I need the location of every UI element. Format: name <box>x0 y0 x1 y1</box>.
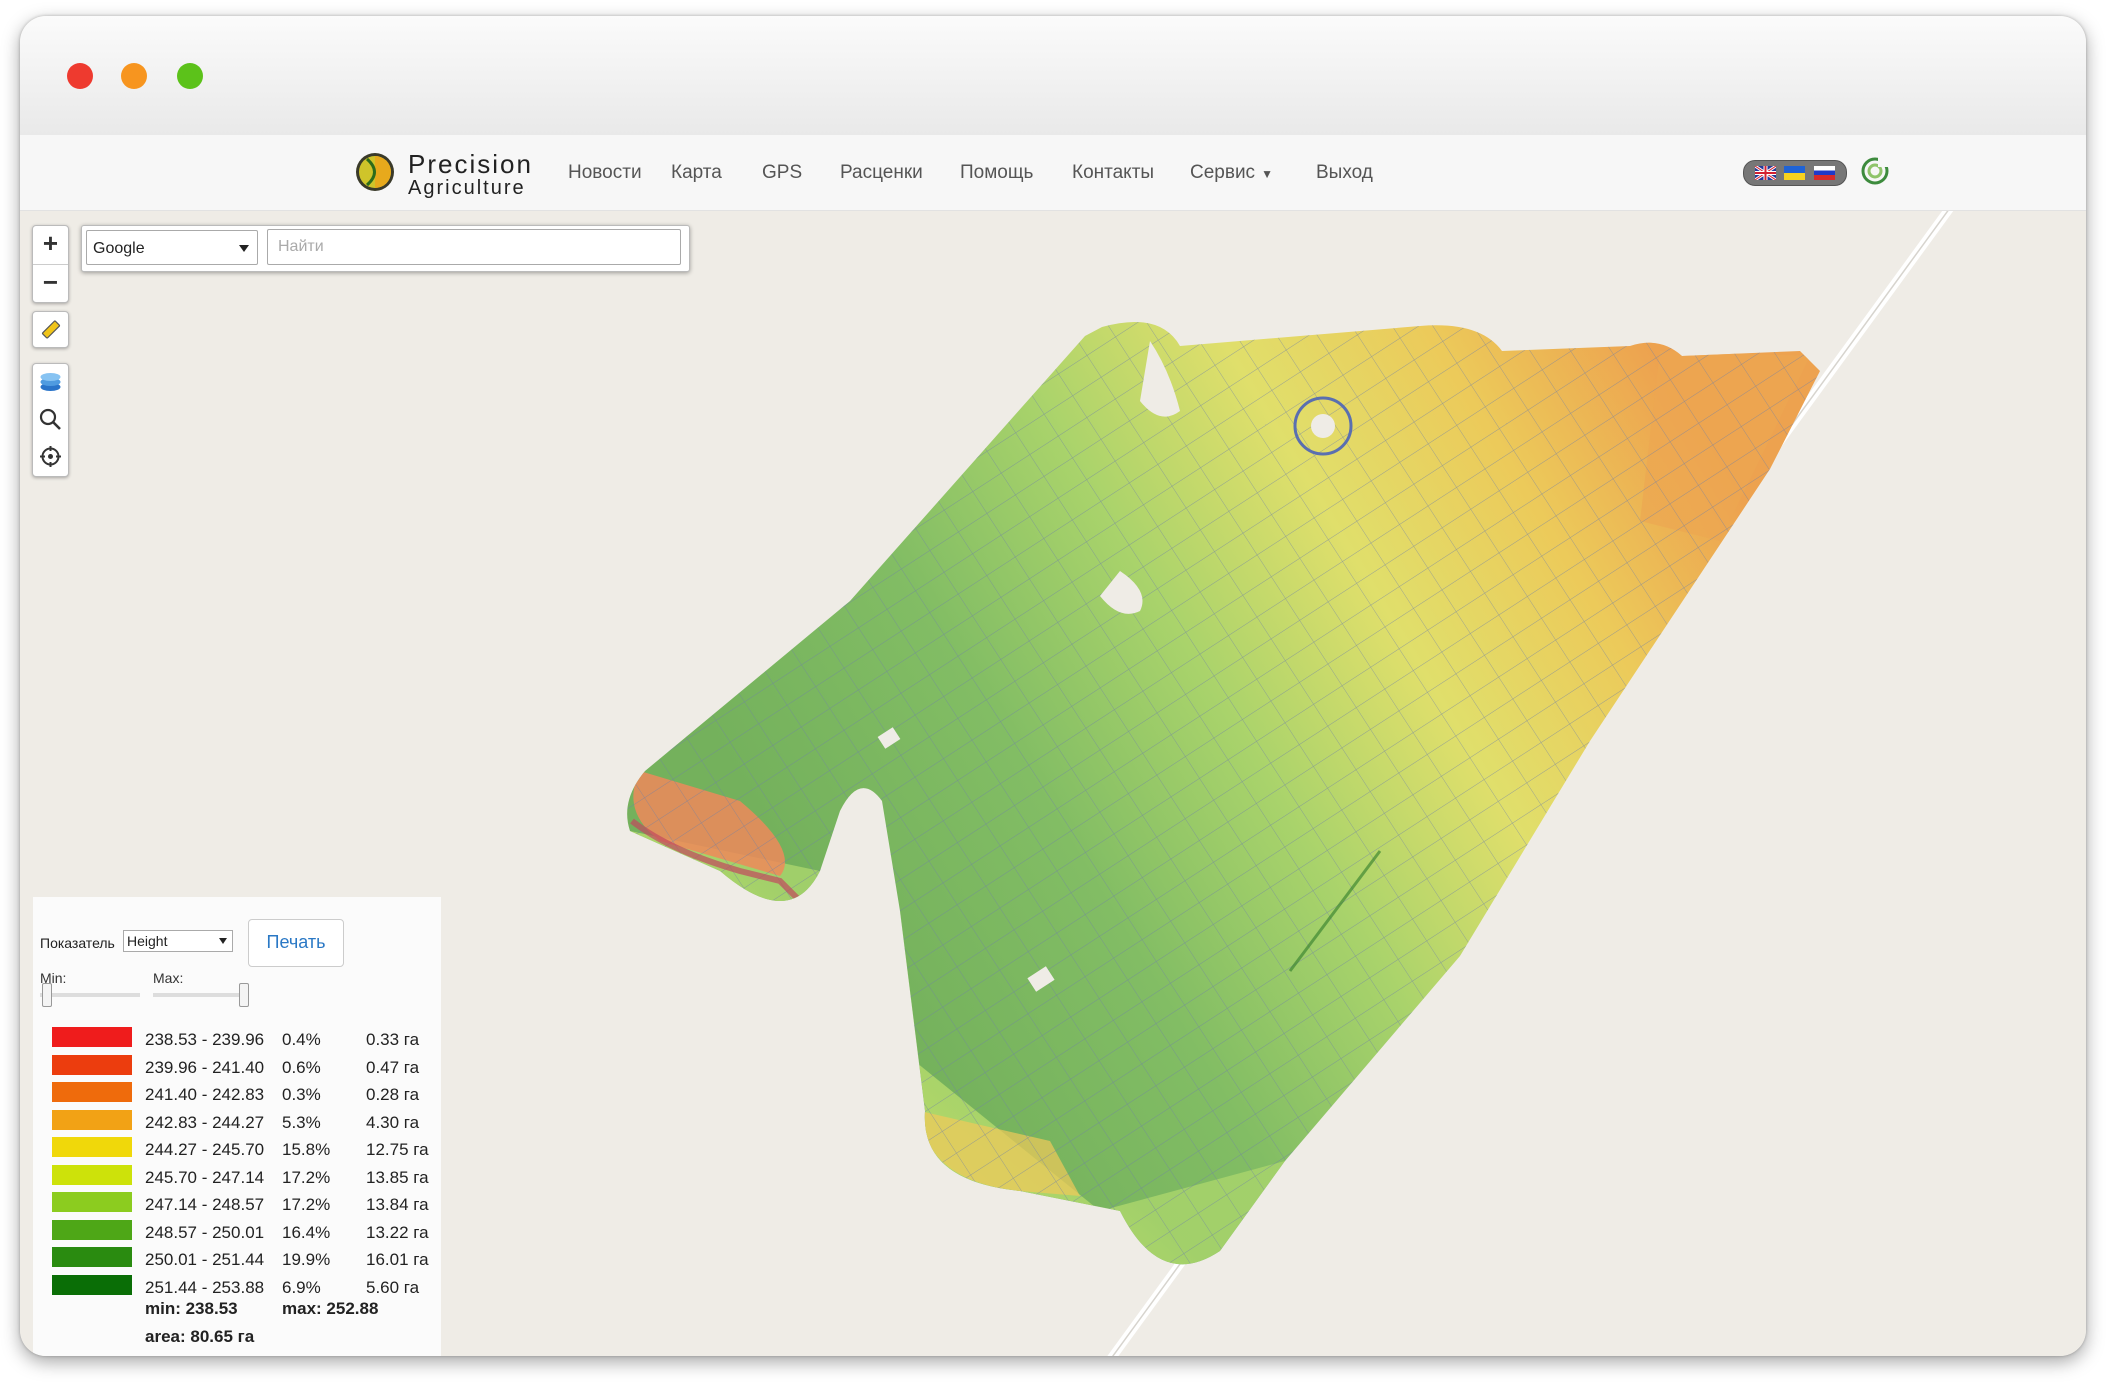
legend-panel: Показатель Height Печать Min: Max: 238.5… <box>33 897 441 1356</box>
locate-button[interactable] <box>33 438 68 475</box>
min-slider-track[interactable] <box>40 993 140 997</box>
legend-area: 13.84 га <box>366 1195 429 1214</box>
brand-line-2: Agriculture <box>408 177 526 199</box>
legend-swatch <box>52 1192 132 1212</box>
field-polygon[interactable] <box>610 301 1850 1301</box>
legend-percent: 15.8% <box>282 1140 331 1159</box>
zoom-in-button[interactable]: + <box>33 226 68 263</box>
legend-swatch <box>52 1274 132 1295</box>
legend-percent: 6.9% <box>282 1277 321 1297</box>
legend-range: 248.57 - 250.01 <box>145 1222 265 1242</box>
legend-range: 245.70 - 247.14 <box>145 1167 265 1187</box>
legend-area: 16.01 га <box>366 1250 429 1269</box>
legend-area: 12.75 га <box>366 1140 429 1159</box>
nav-service-label: Сервис <box>1190 162 1256 183</box>
legend-percent: 19.9% <box>282 1250 331 1269</box>
legend-percent: 17.2% <box>282 1167 331 1187</box>
legend-swatch <box>52 1137 132 1157</box>
legend-swatch <box>52 1027 132 1047</box>
search-input[interactable] <box>267 229 681 265</box>
nav-contacts[interactable]: Контакты <box>1072 162 1154 184</box>
search-provider-select[interactable]: Google <box>86 230 258 265</box>
print-button[interactable]: Печать <box>248 919 344 967</box>
min-slider-handle[interactable] <box>42 983 52 1007</box>
uk-flag-graphic <box>1754 164 1777 182</box>
map-canvas[interactable]: + − Google Найти Показатель Height Печат… <box>20 211 2086 1356</box>
legend-range: 242.83 - 244.27 <box>145 1112 265 1132</box>
ru-flag-icon[interactable] <box>1814 166 1835 180</box>
legend-swatch <box>52 1054 132 1075</box>
legend-range: 239.96 - 241.40 <box>145 1057 265 1077</box>
max-stat: max: 252.88 <box>282 1299 379 1318</box>
zoom-window-button[interactable] <box>177 63 203 89</box>
indicator-select[interactable]: Height <box>123 930 233 952</box>
measure-tool-button[interactable] <box>32 311 69 348</box>
ruler-icon <box>41 320 61 339</box>
legend-area: 13.22 га <box>366 1222 429 1242</box>
close-window-button[interactable] <box>67 63 93 89</box>
map-search-button[interactable] <box>33 401 68 438</box>
legend-swatch <box>52 1219 132 1240</box>
legend-swatch <box>52 1247 132 1267</box>
indicator-label: Показатель <box>40 935 115 951</box>
search-icon <box>39 408 61 430</box>
legend-percent: 16.4% <box>282 1222 331 1242</box>
browser-window: Precision Agriculture Новости Карта GPS … <box>20 16 2086 1356</box>
legend-percent: 0.4% <box>282 1030 321 1049</box>
zoom-control: + − <box>32 225 69 303</box>
legend-percent: 17.2% <box>282 1195 331 1214</box>
legend-range: 251.44 - 253.88 <box>145 1277 265 1297</box>
locate-icon <box>40 446 61 467</box>
legend-range: 238.53 - 239.96 <box>145 1030 265 1049</box>
top-navbar: Precision Agriculture Новости Карта GPS … <box>20 135 2086 211</box>
map-tool-group <box>32 363 69 477</box>
nav-logout[interactable]: Выход <box>1316 162 1373 184</box>
dropdown-arrow-icon <box>219 938 227 944</box>
caret-down-icon: ▼ <box>1261 167 1273 181</box>
uk-flag-icon[interactable] <box>1754 164 1777 182</box>
legend-range: 247.14 - 248.57 <box>145 1195 265 1214</box>
nav-service-dropdown[interactable]: Сервис ▼ <box>1190 162 1273 184</box>
legend-area: 13.85 га <box>366 1167 429 1187</box>
indicator-value: Height <box>127 933 168 949</box>
refresh-logo-icon[interactable] <box>1860 156 1890 186</box>
dropdown-arrow-icon <box>239 245 249 252</box>
legend-range: 241.40 - 242.83 <box>145 1085 265 1104</box>
ua-flag-icon[interactable] <box>1784 166 1805 180</box>
legend-area: 5.60 га <box>366 1277 420 1297</box>
layers-button[interactable] <box>33 364 68 401</box>
legend-percent: 5.3% <box>282 1112 321 1132</box>
legend-swatch <box>52 1109 132 1130</box>
title-bar <box>20 16 2086 135</box>
nav-map[interactable]: Карта <box>671 162 722 184</box>
nav-pricing[interactable]: Расценки <box>840 162 923 184</box>
max-label: Max: <box>153 970 184 986</box>
legend-swatch <box>52 1164 132 1185</box>
legend-swatch <box>52 1082 132 1102</box>
brand-line-1: Precision <box>408 149 533 179</box>
min-stat: min: 238.53 <box>145 1299 238 1318</box>
legend-range: 250.01 - 251.44 <box>145 1250 265 1269</box>
geocoder-search: Google <box>81 225 690 272</box>
legend-percent: 0.3% <box>282 1085 321 1104</box>
brand-logo[interactable]: Precision Agriculture <box>354 147 544 199</box>
max-slider-handle[interactable] <box>239 983 249 1007</box>
legend-area: 4.30 га <box>366 1112 420 1132</box>
max-slider-track[interactable] <box>153 993 243 997</box>
nav-gps[interactable]: GPS <box>762 162 802 184</box>
legend-range: 244.27 - 245.70 <box>145 1140 265 1159</box>
area-stat: area: 80.65 га <box>145 1327 255 1346</box>
zoom-out-button[interactable]: − <box>33 264 68 302</box>
search-provider-value: Google <box>93 240 145 257</box>
legend-area: 0.47 га <box>366 1057 420 1077</box>
nav-help[interactable]: Помощь <box>960 162 1033 184</box>
leaf-logo-icon <box>356 153 394 191</box>
legend-area: 0.33 га <box>366 1030 420 1049</box>
language-switcher[interactable] <box>1743 160 1847 186</box>
legend-percent: 0.6% <box>282 1057 321 1077</box>
legend-area: 0.28 га <box>366 1085 420 1104</box>
nav-news[interactable]: Новости <box>568 162 642 184</box>
layers-icon <box>40 373 61 391</box>
minimize-window-button[interactable] <box>121 63 147 89</box>
